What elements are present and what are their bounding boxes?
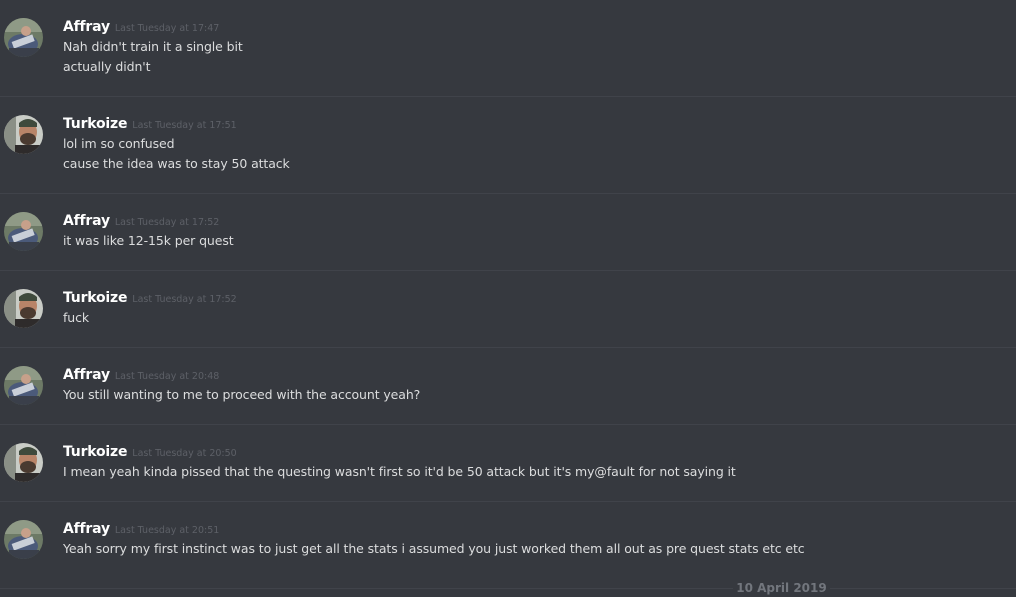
username[interactable]: Affray Last Tuesday at 20:48 [63,366,219,386]
affray-avatar[interactable] [4,520,43,559]
divider-line [0,588,733,589]
affray-avatar[interactable] [4,366,43,405]
timestamp: Last Tuesday at 17:52 [132,294,237,305]
message-group: Affray Last Tuesday at 17:47 Nah didn't t… [0,0,1016,97]
message-group: Turkoize Last Tuesday at 17:52 fuck [0,271,1016,348]
message-text: it was like 12-15k per quest [63,233,234,248]
timestamp: Last Tuesday at 17:51 [132,120,237,131]
timestamp: Last Tuesday at 20:48 [114,371,220,382]
username[interactable]: Turkoize Last Tuesday at 17:51 [63,115,237,135]
timestamp: Last Tuesday at 17:47 [114,23,220,34]
message-group: Affray Last Tuesday at 20:48 You still wa… [0,348,1016,425]
chat-messages: Affray Last Tuesday at 17:47 Nah didn't t… [0,0,1016,597]
turkoize-avatar[interactable] [4,443,43,482]
message-group: Turkoize Last Tuesday at 17:51 lol im so … [0,97,1016,194]
username[interactable]: Turkoize Last Tuesday at 17:52 [63,289,237,309]
turkoize-avatar[interactable] [4,115,43,154]
message-text: cause the idea was to stay 50 attack [63,156,290,171]
message-group: Affray Last Tuesday at 20:51 Yeah sorry m… [0,502,1016,579]
date-label: 10 April 2019 [736,581,827,595]
username[interactable]: Affray Last Tuesday at 17:47 [63,18,219,38]
timestamp: Last Tuesday at 17:52 [114,217,220,228]
divider-line [830,588,1016,589]
timestamp: Last Tuesday at 20:50 [132,448,237,459]
message-group: Affray Last Tuesday at 17:52 it was like … [0,194,1016,271]
message-text: Nah didn't train it a single bit [63,39,243,54]
message-text: actually didn't [63,59,151,74]
affray-avatar[interactable] [4,18,43,57]
username[interactable]: Turkoize Last Tuesday at 20:50 [63,443,237,463]
username[interactable]: Affray Last Tuesday at 17:52 [63,212,219,232]
timestamp: Last Tuesday at 20:51 [114,525,220,536]
date-separator: 10 April 2019 [0,581,1016,595]
message-text: fuck [63,310,90,325]
username[interactable]: Affray Last Tuesday at 20:51 [63,520,219,540]
message-text: You still wanting to me to proceed with … [63,387,421,402]
affray-avatar[interactable] [4,212,43,251]
turkoize-avatar[interactable] [4,289,43,328]
message-text: lol im so confused [63,136,175,151]
message-group: Turkoize Last Tuesday at 20:50 I mean yea… [0,425,1016,502]
message-text: I mean yeah kinda pissed that the questi… [63,464,736,479]
message-text: Yeah sorry my first instinct was to just… [63,541,805,556]
